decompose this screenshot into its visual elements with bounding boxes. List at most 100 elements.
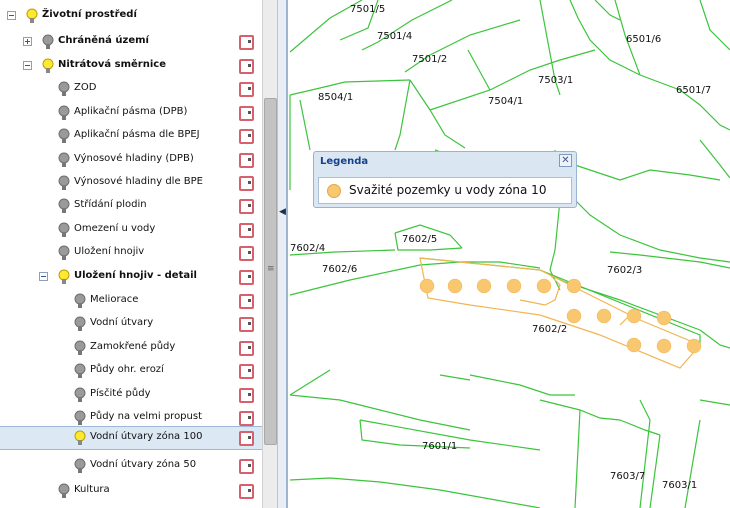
parcel-label: 8504/1 <box>318 92 353 103</box>
tree-node-label: Meliorace <box>90 294 139 305</box>
layer-hidden-bulb-icon[interactable] <box>58 222 70 239</box>
tree-node-zamokrene-pudy[interactable]: Zamokřené půdy <box>0 337 262 360</box>
layer-properties-icon[interactable] <box>239 153 254 168</box>
tree-node-label: Vodní útvary zóna 50 <box>90 459 197 470</box>
panel-splitter[interactable]: ◀ <box>277 0 288 508</box>
tree-node-omezeni-u-vody[interactable]: Omezení u vody <box>0 219 262 242</box>
layer-properties-icon[interactable] <box>239 35 254 50</box>
tree-node-label: Písčité půdy <box>90 388 151 399</box>
layer-visible-bulb-icon[interactable] <box>58 269 70 286</box>
tree-node-nitratova-smernice[interactable]: Nitrátová směrnice <box>0 55 262 78</box>
layer-properties-icon[interactable] <box>239 388 254 403</box>
parcel-label: 7501/5 <box>350 4 385 15</box>
layer-properties-icon[interactable] <box>239 82 254 97</box>
layer-hidden-bulb-icon[interactable] <box>42 34 54 51</box>
tree-node-label: Kultura <box>74 484 110 495</box>
collapse-toggle[interactable] <box>23 61 32 70</box>
map-canvas[interactable]: 7501/5 7501/4 7501/2 7503/1 6501/6 6501/… <box>288 0 730 508</box>
layer-tree: Životní prostředí Chráněná území Nitráto… <box>0 0 262 508</box>
layer-hidden-bulb-icon[interactable] <box>74 340 86 357</box>
tree-node-label: Půdy na velmi propust <box>90 411 203 422</box>
tree-node-label: Aplikační pásma (DPB) <box>74 106 188 117</box>
tree-node-zod[interactable]: ZOD <box>0 78 262 101</box>
parcel-label: 7602/2 <box>532 324 567 335</box>
tree-node-aplikacni-pasma-bpej[interactable]: Aplikační pásma dle BPEJ <box>0 125 262 148</box>
layer-hidden-bulb-icon[interactable] <box>74 363 86 380</box>
tree-node-vynosove-hladiny-dpb[interactable]: Výnosové hladiny (DPB) <box>0 149 262 172</box>
layer-properties-icon[interactable] <box>239 459 254 474</box>
scrollbar-thumb[interactable]: ≡ <box>264 98 277 445</box>
legend-window[interactable]: Legenda ✕ Svažité pozemky u vody zóna 10 <box>313 151 577 208</box>
svazite-pozemky-zona-10-layer <box>419 257 702 369</box>
layer-properties-icon[interactable] <box>239 59 254 74</box>
parcel-label: 7602/5 <box>402 234 437 245</box>
tree-node-pudy-ohr-erozi[interactable]: Půdy ohr. erozí <box>0 360 262 383</box>
tree-node-label: Zamokřené půdy <box>90 341 176 352</box>
layer-properties-icon[interactable] <box>239 106 254 121</box>
tree-node-label: Výnosové hladiny (DPB) <box>74 153 194 164</box>
layer-hidden-bulb-icon[interactable] <box>58 175 70 192</box>
layer-properties-icon[interactable] <box>239 484 254 499</box>
tree-node-ulozeni-hnojiv-detail[interactable]: Uložení hnojiv - detail <box>0 266 262 289</box>
layer-hidden-bulb-icon[interactable] <box>58 483 70 500</box>
tree-node-vynosove-hladiny-bpe[interactable]: Výnosové hladiny dle BPE <box>0 172 262 195</box>
tree-node-label: Uložení hnojiv <box>74 246 145 257</box>
layer-visible-bulb-icon[interactable] <box>26 8 38 25</box>
layer-properties-icon[interactable] <box>239 294 254 309</box>
layer-hidden-bulb-icon[interactable] <box>58 152 70 169</box>
layer-hidden-bulb-icon[interactable] <box>74 410 86 427</box>
tree-node-piscite-pudy[interactable]: Písčité půdy <box>0 384 262 407</box>
layer-hidden-bulb-icon[interactable] <box>74 293 86 310</box>
parcel-label: 6501/7 <box>676 85 711 96</box>
collapse-toggle[interactable] <box>39 272 48 281</box>
layer-hidden-bulb-icon[interactable] <box>74 458 86 475</box>
layer-properties-icon[interactable] <box>239 431 254 446</box>
parcel-label: 7602/3 <box>607 265 642 276</box>
tree-node-stridani-plodin[interactable]: Střídání plodin <box>0 195 262 218</box>
layer-hidden-bulb-icon[interactable] <box>58 105 70 122</box>
layer-hidden-bulb-icon[interactable] <box>58 81 70 98</box>
layer-hidden-bulb-icon[interactable] <box>58 245 70 262</box>
legend-title: Legenda <box>320 156 369 167</box>
layer-visible-bulb-icon[interactable] <box>42 58 54 75</box>
layer-properties-icon[interactable] <box>239 341 254 356</box>
layer-properties-icon[interactable] <box>239 270 254 285</box>
parcel-label: 7504/1 <box>488 96 523 107</box>
parcel-label: 7503/1 <box>538 75 573 86</box>
tree-node-zivotni-prostredi[interactable]: Životní prostředí <box>0 5 262 28</box>
layer-hidden-bulb-icon[interactable] <box>74 387 86 404</box>
collapse-left-arrow-icon[interactable]: ◀ <box>279 207 286 217</box>
layer-properties-icon[interactable] <box>239 176 254 191</box>
tree-node-kultura[interactable]: Kultura <box>0 480 262 503</box>
parcel-label: 6501/6 <box>626 34 661 45</box>
tree-scrollbar[interactable]: ≡ <box>262 0 277 508</box>
tree-node-vodni-utvary-zona-100[interactable]: Vodní útvary zóna 100 <box>0 426 262 450</box>
parcel-label: 7501/4 <box>377 31 412 42</box>
layer-properties-icon[interactable] <box>239 129 254 144</box>
parcel-label: 7603/7 <box>610 471 645 482</box>
tree-node-ulozeni-hnojiv[interactable]: Uložení hnojiv <box>0 242 262 265</box>
layer-hidden-bulb-icon[interactable] <box>58 198 70 215</box>
tree-node-meliorace[interactable]: Meliorace <box>0 290 262 313</box>
layer-properties-icon[interactable] <box>239 199 254 214</box>
close-icon[interactable]: ✕ <box>559 154 572 167</box>
tree-node-label: Vodní útvary zóna 100 <box>90 431 203 442</box>
collapse-toggle[interactable] <box>7 11 16 20</box>
tree-node-chranena-uzemi[interactable]: Chráněná území <box>0 31 262 54</box>
layer-hidden-bulb-icon[interactable] <box>74 316 86 333</box>
tree-node-vodni-utvary-zona-50[interactable]: Vodní útvary zóna 50 <box>0 455 262 478</box>
layer-properties-icon[interactable] <box>239 246 254 261</box>
parcel-label: 7501/2 <box>412 54 447 65</box>
layer-properties-icon[interactable] <box>239 317 254 332</box>
tree-node-label: Nitrátová směrnice <box>58 59 166 70</box>
layer-properties-icon[interactable] <box>239 223 254 238</box>
layer-hidden-bulb-icon[interactable] <box>58 128 70 145</box>
parcel-label: 7603/1 <box>662 480 697 491</box>
layer-properties-icon[interactable] <box>239 411 254 426</box>
grip-icon: ≡ <box>267 264 275 274</box>
layer-properties-icon[interactable] <box>239 364 254 379</box>
tree-node-aplikacni-pasma-dpb[interactable]: Aplikační pásma (DPB) <box>0 102 262 125</box>
expand-toggle[interactable] <box>23 37 32 46</box>
layer-visible-bulb-icon[interactable] <box>74 430 86 447</box>
tree-node-vodni-utvary[interactable]: Vodní útvary <box>0 313 262 336</box>
